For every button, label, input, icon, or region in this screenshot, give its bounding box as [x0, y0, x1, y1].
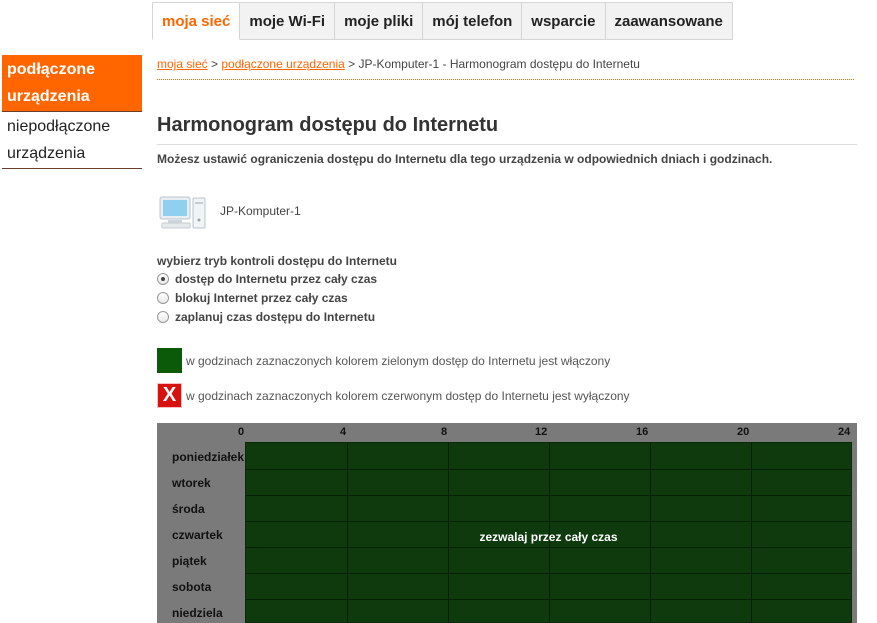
hour-label: 4	[340, 426, 347, 438]
sidebar: podłączone urządzenia niepodłączone urzą…	[2, 55, 142, 169]
legend-blocked: X w godzinach zaznaczonych kolorem czerw…	[157, 383, 630, 408]
green-swatch	[157, 348, 182, 373]
day-label-thursday: czwartek	[172, 528, 223, 542]
tab-moj-telefon[interactable]: mój telefon	[423, 2, 523, 40]
page-title: Harmonogram dostępu do Internetu	[157, 114, 857, 145]
schedule-grid: 0 4 8 12 16 20 24 poniedziałek wtorek śr…	[157, 423, 857, 623]
tab-moje-wifi[interactable]: moje Wi-Fi	[240, 2, 336, 40]
radio-schedule[interactable]: zaplanuj czas dostępu do Internetu	[157, 310, 375, 324]
grid-line	[246, 521, 851, 522]
day-label-monday: poniedziałek	[172, 450, 245, 464]
tab-wsparcie[interactable]: wsparcie	[522, 2, 606, 40]
breadcrumb-link-my-network[interactable]: moja sieć	[157, 57, 208, 71]
device-name: JP-Komputer-1	[220, 204, 301, 218]
hour-label: 20	[737, 426, 750, 438]
top-navigation: moja sieć moje Wi-Fi moje pliki mój tele…	[152, 2, 733, 40]
sidebar-item-connected-devices[interactable]: podłączone urządzenia	[2, 55, 142, 112]
radio-label: zaplanuj czas dostępu do Internetu	[175, 310, 376, 324]
grid-line	[246, 573, 851, 574]
grid-line	[246, 547, 851, 548]
computer-icon	[159, 196, 206, 229]
grid-line	[246, 495, 851, 496]
day-label-tuesday: wtorek	[172, 476, 211, 490]
hour-label: 8	[441, 426, 448, 438]
hour-label: 16	[636, 426, 649, 438]
legend-allowed-text: w godzinach zaznaczonych kolorem zielony…	[186, 353, 611, 368]
hour-label: 0	[238, 426, 245, 438]
breadcrumb-separator: >	[207, 57, 222, 71]
tab-zaawansowane[interactable]: zaawansowane	[605, 2, 733, 40]
breadcrumb-link-connected-devices[interactable]: podłączone urządzenia	[221, 57, 344, 71]
breadcrumb-current: JP-Komputer-1 - Harmonogram dostępu do I…	[358, 57, 640, 71]
schedule-overlay-text: zezwalaj przez cały czas	[479, 530, 618, 544]
red-x-icon: X	[157, 383, 182, 408]
tab-moja-siec[interactable]: moja sieć	[152, 2, 241, 40]
radio-button[interactable]	[157, 311, 169, 323]
radio-always-allow[interactable]: dostęp do Internetu przez cały czas	[157, 272, 377, 286]
page-description: Możesz ustawić ograniczenia dostępu do I…	[157, 152, 773, 166]
hour-label: 24	[838, 426, 851, 438]
tab-moje-pliki[interactable]: moje pliki	[335, 2, 424, 40]
radio-button[interactable]	[157, 273, 169, 285]
legend-blocked-text: w godzinach zaznaczonych kolorem czerwon…	[186, 388, 630, 403]
legend-allowed: w godzinach zaznaczonych kolorem zielony…	[157, 348, 610, 373]
breadcrumb-separator: >	[344, 57, 359, 71]
day-label-wednesday: środa	[172, 502, 205, 516]
radio-label: blokuj Internet przez cały czas	[175, 291, 348, 305]
day-label-sunday: niedziela	[172, 606, 223, 620]
grid-line	[246, 599, 851, 600]
hour-label: 12	[535, 426, 548, 438]
day-label-saturday: sobota	[172, 580, 212, 594]
radio-always-block[interactable]: blokuj Internet przez cały czas	[157, 291, 348, 305]
schedule-cells[interactable]: zezwalaj przez cały czas	[245, 442, 852, 623]
radio-label: dostęp do Internetu przez cały czas	[175, 272, 378, 286]
sidebar-item-disconnected-devices[interactable]: niepodłączone urządzenia	[2, 112, 142, 169]
day-label-friday: piątek	[172, 554, 207, 568]
radio-button[interactable]	[157, 292, 169, 304]
breadcrumb: moja sieć > podłączone urządzenia > JP-K…	[157, 57, 854, 80]
mode-label: wybierz tryb kontroli dostępu do Interne…	[157, 254, 398, 268]
grid-line	[246, 469, 851, 470]
